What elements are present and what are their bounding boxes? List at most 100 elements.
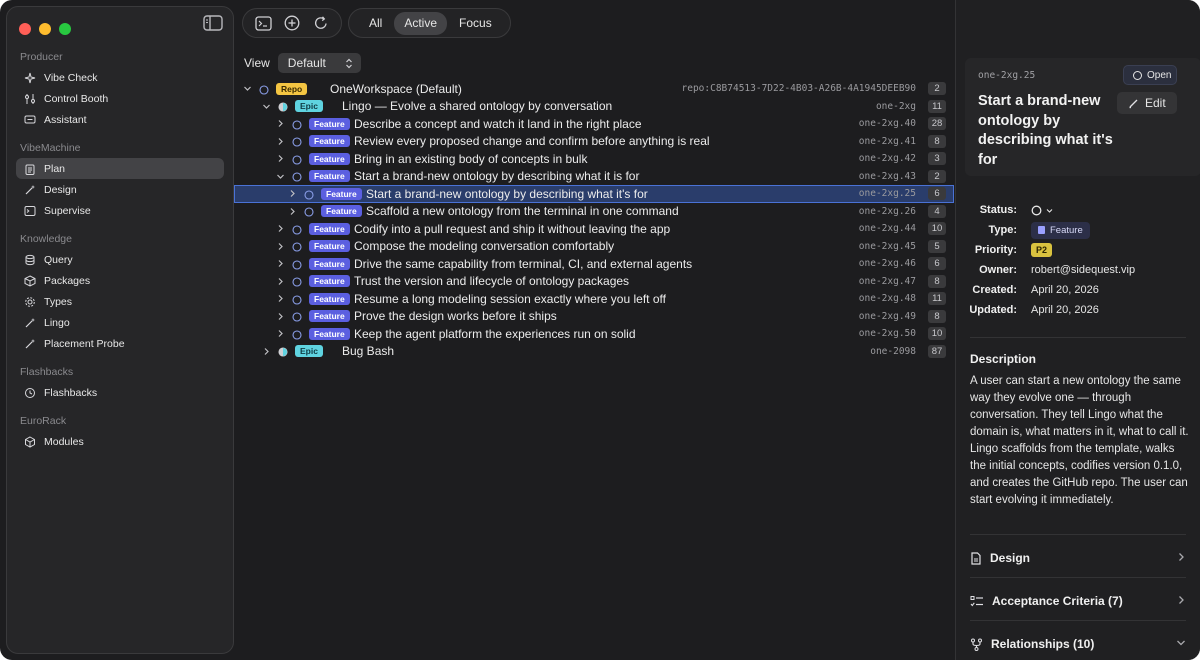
zoom-window-button[interactable] <box>59 23 71 35</box>
chevron-right-icon[interactable] <box>275 154 285 164</box>
database-icon <box>24 254 36 266</box>
sidebar-item-assistant[interactable]: Assistant <box>16 109 224 130</box>
chevron-right-icon[interactable] <box>275 119 285 129</box>
tree-row[interactable]: Feature Prove the design works before it … <box>234 308 954 326</box>
chevron-down-icon[interactable] <box>261 101 271 111</box>
feature-badge: Feature <box>309 275 350 288</box>
chevron-down-icon[interactable] <box>242 84 252 94</box>
filter-active[interactable]: Active <box>394 11 448 35</box>
sidebar-item-types[interactable]: Types <box>16 291 224 312</box>
tree-row[interactable]: Feature Resume a long modeling session ex… <box>234 290 954 308</box>
chevron-right-icon[interactable] <box>275 294 285 304</box>
chevron-right-icon[interactable] <box>275 259 285 269</box>
section-acceptance-criteria[interactable]: Acceptance Criteria (7) <box>970 591 1186 611</box>
filter-all[interactable]: All <box>359 12 392 35</box>
tree-row[interactable]: Feature Drive the same capability from te… <box>234 255 954 273</box>
repo-badge: Repo <box>276 82 308 95</box>
chevron-right-icon[interactable] <box>275 241 285 251</box>
view-select[interactable]: Default <box>277 53 361 73</box>
issue-tree: Repo OneWorkspace (Default) repo:C8B74513-… <box>234 80 954 360</box>
feature-icon <box>1038 226 1045 234</box>
tree-row[interactable]: Repo OneWorkspace (Default) repo:C8B74513-… <box>234 80 954 98</box>
sidebar-item-design[interactable]: Design <box>16 179 224 200</box>
feature-badge: Feature <box>309 240 350 253</box>
sidebar-item-lingo[interactable]: Lingo <box>16 312 224 333</box>
section-label: Design <box>990 551 1031 565</box>
property-row: Created: April 20, 2026 <box>955 280 1200 300</box>
open-status-icon <box>292 294 302 305</box>
tree-row-title: Compose the modeling conversation comfor… <box>354 239 615 254</box>
type-chip[interactable]: Feature <box>1031 221 1090 239</box>
sidebar-item-modules[interactable]: Modules <box>16 431 224 452</box>
chevron-right-icon[interactable] <box>275 329 285 339</box>
tree-row[interactable]: Feature Bring in an existing body of conc… <box>234 150 954 168</box>
tree-row-count: 28 <box>928 117 946 131</box>
description-heading: Description <box>970 352 1037 366</box>
checklist-icon <box>970 595 984 608</box>
tree-row-title: Describe a concept and watch it land in … <box>354 116 642 131</box>
priority-chip[interactable]: P2 <box>1031 243 1053 257</box>
tree-row[interactable]: Feature Codify into a pull request and sh… <box>234 220 954 238</box>
sidebar-item-placement-probe[interactable]: Placement Probe <box>16 333 224 354</box>
tree-row[interactable]: Feature Compose the modeling conversation… <box>234 238 954 256</box>
sidebar-item-query[interactable]: Query <box>16 249 224 270</box>
sidebar-item-flashbacks[interactable]: Flashbacks <box>16 382 224 403</box>
sidebar-item-label: Types <box>44 295 73 308</box>
minimize-window-button[interactable] <box>39 23 51 35</box>
chevron-right-icon[interactable] <box>275 311 285 321</box>
tree-row-title: Review every proposed change and confirm… <box>354 134 710 149</box>
open-circle-icon <box>1133 70 1142 80</box>
edit-button[interactable]: Edit <box>1117 92 1177 114</box>
open-status-icon <box>292 259 302 270</box>
tree-row-count: 6 <box>928 257 946 271</box>
sidebar-item-label: Modules <box>44 435 84 448</box>
sidebar-item-vibe-check[interactable]: Vibe Check <box>16 67 224 88</box>
tree-row-title: Codify into a pull request and ship it w… <box>354 221 671 236</box>
sidebar-item-plan[interactable]: Plan <box>16 158 224 179</box>
chevron-right-icon[interactable] <box>275 136 285 146</box>
tree-row-count: 6 <box>928 187 946 201</box>
tree-row[interactable]: Feature Trust the version and lifecycle o… <box>234 273 954 291</box>
sidebar-item-label: Supervise <box>44 204 91 217</box>
property-row: Type: Feature <box>955 220 1200 240</box>
tree-row[interactable]: Feature Keep the agent platform the exper… <box>234 325 954 343</box>
chevron-right-icon[interactable] <box>275 224 285 234</box>
tree-row[interactable]: Feature Scaffold a new ontology from the … <box>234 203 954 221</box>
section-relationships[interactable]: Relationships (10) <box>970 634 1186 654</box>
sidebar-item-supervise[interactable]: Supervise <box>16 200 224 221</box>
sidebar-item-control-booth[interactable]: Control Booth <box>16 88 224 109</box>
tree-row[interactable]: Feature Review every proposed change and … <box>234 133 954 151</box>
tree-row[interactable]: Feature Start a brand-new ontology by des… <box>234 168 954 186</box>
tree-row[interactable]: Epic Lingo — Evolve a shared ontology by … <box>234 98 954 116</box>
tree-row[interactable]: Feature Describe a concept and watch it l… <box>234 115 954 133</box>
property-value: robert@sidequest.vip <box>1031 264 1136 276</box>
tree-row[interactable]: Feature Start a brand-new ontology by des… <box>234 185 954 203</box>
sidebar-toggle-icon[interactable] <box>203 15 225 33</box>
state-label: Open <box>1147 69 1172 81</box>
view-label: View <box>244 56 270 70</box>
sidebar-item-label: Query <box>44 253 73 266</box>
property-key: Type: <box>988 224 1017 236</box>
chevron-right-icon[interactable] <box>287 189 297 199</box>
filter-focus[interactable]: Focus <box>449 12 502 35</box>
chevron-right-icon[interactable] <box>275 276 285 286</box>
chevron-right-icon[interactable] <box>287 206 297 216</box>
chevron-right-icon[interactable] <box>261 346 271 356</box>
sidebar-item-packages[interactable]: Packages <box>16 270 224 291</box>
section-design[interactable]: Design <box>970 548 1186 568</box>
section-label: Acceptance Criteria (7) <box>992 594 1123 608</box>
close-window-button[interactable] <box>19 23 31 35</box>
clipboard-icon <box>24 163 36 175</box>
add-icon[interactable] <box>282 13 302 33</box>
state-badge[interactable]: Open <box>1123 65 1177 85</box>
property-row: Priority: P2 <box>955 240 1200 260</box>
status-picker[interactable] <box>1031 205 1053 216</box>
tree-row[interactable]: Epic Bug Bash one-2098 87 <box>234 343 954 361</box>
chevron-down-icon[interactable] <box>275 171 285 181</box>
feature-type-chip: Feature <box>1031 221 1090 239</box>
terminal-icon[interactable] <box>253 13 273 33</box>
refresh-icon[interactable] <box>311 13 331 33</box>
tree-row-count: 5 <box>928 239 946 253</box>
tree-row-title: Keep the agent platform the experiences … <box>354 326 636 341</box>
tree-row-count: 8 <box>928 309 946 323</box>
